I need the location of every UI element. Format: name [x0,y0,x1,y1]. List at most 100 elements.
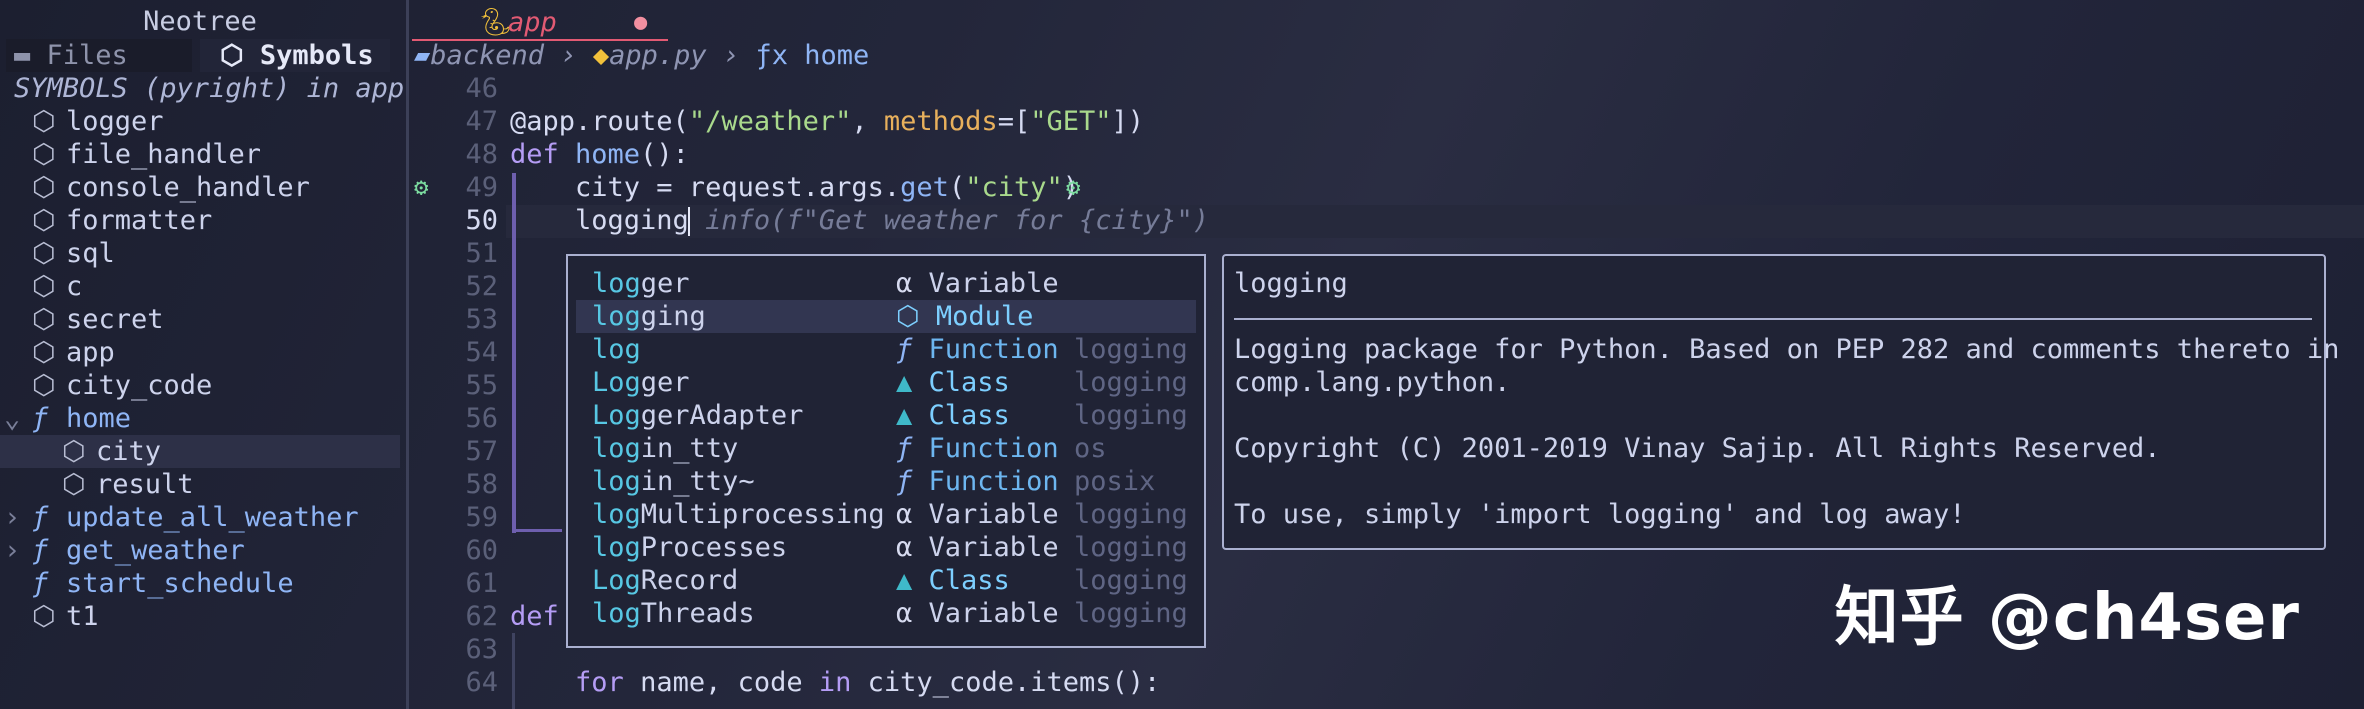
symbol-label: t1 [66,601,99,632]
symbol-label: get_weather [66,535,245,566]
chevron-right-icon[interactable]: › [4,534,20,567]
buffer-tab-app[interactable]: 🐍︎ app ● [412,6,668,41]
code-line-47[interactable]: @app.route("/weather", methods=["GET"]) [510,105,1144,138]
breadcrumb: ▰backend › ◆app.py › ƒx home [414,39,869,72]
folder-open-icon: ▰ [414,40,431,71]
breadcrumb-separator: › [722,40,740,71]
cube-icon: ⬡ [32,106,56,137]
function-icon: ƒ [32,535,49,566]
python-icon: ◆ [592,40,610,71]
code-token: "city" [965,172,1063,203]
symbol-item-sql[interactable]: ⬡ sql [32,237,115,270]
symbol-item-logger[interactable]: ⬡ logger [32,105,164,138]
cube-icon: ⬡ [220,40,260,71]
class-icon: ▲ [896,565,913,596]
completion-item[interactable]: login_tty ƒ Function os [576,432,1196,465]
symbol-item-get-weather[interactable]: ƒ get_weather [32,534,245,567]
window-divider[interactable] [406,0,409,709]
code-token: (): [640,139,689,170]
code-line-48[interactable]: def home(): [510,138,689,171]
symbol-item-city-code[interactable]: ⬡ city_code [32,369,212,402]
symbols-header: SYMBOLS (pyright) in app [14,73,405,104]
function-icon: ƒx [755,40,788,71]
line-number: 52 [465,271,498,302]
symbol-item-home[interactable]: ƒ home [32,402,131,435]
function-icon: ƒ [32,568,49,599]
symbol-item-c[interactable]: ⬡ c [32,270,82,303]
completion-item[interactable]: Logger ▲ Class logging [576,366,1196,399]
code-line-62[interactable]: def [510,600,559,633]
function-icon: ƒ [896,466,913,497]
symbol-item-t1[interactable]: ⬡ t1 [32,600,99,633]
line-number: 62 [465,601,498,632]
completion-kind: Variable [928,268,1059,299]
completion-item[interactable]: logProcesses α Variable logging [576,531,1196,564]
symbol-item-console-handler[interactable]: ⬡ console_handler [32,171,310,204]
lightbulb-icon[interactable]: ⚙ [414,173,428,201]
symbol-item-update-all-weather[interactable]: ƒ update_all_weather [32,501,359,534]
code-token: methods [883,106,998,137]
chevron-down-icon[interactable]: ⌄ [4,402,20,435]
completion-kind: Variable [928,499,1059,530]
completion-item-selected[interactable]: logging ⬡ Module [576,300,1196,333]
tab-files[interactable]: ▬ Files [6,39,192,72]
code-line-49[interactable]: city = request.args.get("city") [510,171,1079,204]
completion-match: Log [592,400,641,431]
symbol-label: app [66,337,115,368]
breadcrumb-symbol[interactable]: home [804,40,869,71]
symbol-item-app[interactable]: ⬡ app [32,336,115,369]
symbol-item-city[interactable]: ⬡ city [0,435,400,468]
scope-indent-guide-end [512,529,562,532]
diagnostic-icon[interactable]: ⚙ [1066,173,1080,201]
completion-item[interactable]: LogRecord ▲ Class logging [576,564,1196,597]
completion-item[interactable]: LoggerAdapter ▲ Class logging [576,399,1196,432]
breadcrumb-folder[interactable]: backend [430,40,544,71]
cube-icon: ⬡ [32,601,56,632]
completion-item[interactable]: log ƒ Function logging [576,333,1196,366]
cube-icon: ⬡ [32,370,56,401]
cube-icon: ⬡ [32,271,56,302]
line-number: 56 [465,403,498,434]
chevron-right-icon[interactable]: › [4,501,20,534]
line-number: 48 [465,139,498,170]
completion-item[interactable]: logger α Variable [576,267,1196,300]
completion-match: log [592,598,641,629]
tab-symbols[interactable]: ⬡ Symbols [200,39,390,72]
breadcrumb-file[interactable]: app.py [609,40,707,71]
completion-item[interactable]: logMultiprocessing α Variable logging [576,498,1196,531]
watermark: 知乎 @ch4ser [1834,581,2300,655]
doc-text-line: comp.lang.python. [1234,367,1511,398]
cube-icon: ⬡ [32,172,56,203]
completion-match: log [592,433,641,464]
completion-source: logging [1074,367,1188,398]
neotree-sidebar: Neotree ▬ Files ⬡ Symbols SYMBOLS (pyrig… [0,0,408,709]
line-number: 49 [465,172,498,203]
symbol-item-result[interactable]: ⬡ result [62,468,194,501]
completion-kind: Module [935,301,1034,332]
line-number: 46 [465,73,498,104]
doc-text-line: Logging package for Python. Based on PEP… [1234,334,2340,365]
doc-separator [1234,318,2312,320]
symbol-item-file-handler[interactable]: ⬡ file_handler [32,138,261,171]
symbol-label: c [66,271,83,302]
code-line-64[interactable]: for name, code in city_code.items(): [510,666,1160,699]
symbol-label: secret [66,304,164,335]
symbol-label: file_handler [66,139,262,170]
completion-item[interactable]: login_tty~ ƒ Function posix [576,465,1196,498]
symbol-item-formatter[interactable]: ⬡ formatter [32,204,212,237]
code-line-50[interactable]: logging info(f"Get weather for {city}") [510,204,1209,237]
line-number: 59 [465,502,498,533]
cube-icon: ⬡ [32,205,56,236]
symbol-label: city [96,436,162,467]
symbol-item-start-schedule[interactable]: ƒ start_schedule [32,567,294,600]
symbol-item-secret[interactable]: ⬡ secret [32,303,164,336]
code-token: @app.route( [510,106,689,137]
completion-item[interactable]: logThreads α Variable logging [576,597,1196,630]
cube-icon: ⬡ [32,139,56,170]
doc-text-line: To use, simply 'import logging' and log … [1234,499,1966,530]
function-icon: ƒ [32,403,49,434]
line-number: 53 [465,304,498,335]
ai-suggestion-ghost-text: info(f"Get weather for {city}") [688,205,1209,236]
variable-icon: α [896,532,913,563]
completion-source: os [1074,433,1107,464]
